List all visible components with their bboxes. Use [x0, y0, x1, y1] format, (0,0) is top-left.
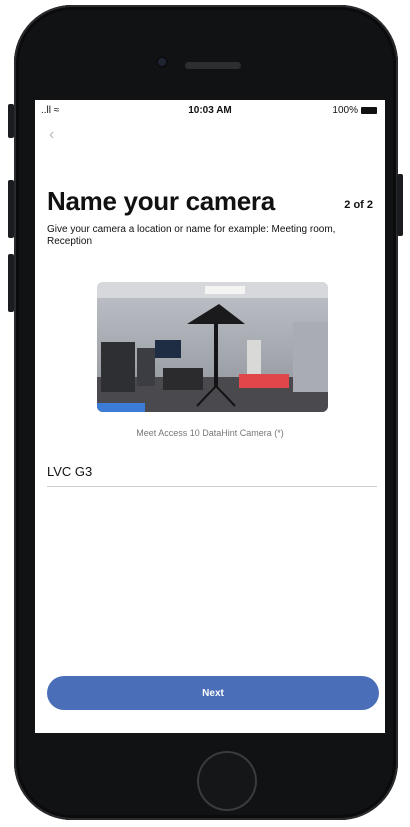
- next-button[interactable]: Next: [47, 676, 379, 710]
- step-indicator: 2 of 2: [344, 199, 373, 211]
- status-bar: ..ll ≈ 10:03 AM 100%: [35, 100, 385, 120]
- camera-model-label: Meet Access 10 DataHint Camera (*): [136, 428, 284, 438]
- chevron-left-icon: ‹: [49, 126, 55, 143]
- front-camera: [156, 56, 168, 68]
- battery-icon: [361, 106, 377, 114]
- camera-preview-scene: [97, 282, 328, 412]
- power-button: [397, 174, 403, 236]
- battery-indicator: 100%: [332, 105, 377, 116]
- volume-up-button: [8, 180, 14, 238]
- page-description: Give your camera a location or name for …: [47, 224, 336, 247]
- battery-percent: 100%: [332, 105, 358, 116]
- home-button[interactable]: [197, 751, 257, 811]
- camera-preview-image: [97, 282, 328, 412]
- page-title: Name your camera: [47, 186, 275, 216]
- back-button[interactable]: ‹: [49, 126, 54, 144]
- earpiece-speaker: [185, 62, 241, 69]
- volume-down-button: [8, 254, 14, 312]
- app-screen: ..ll ≈ 10:03 AM 100% ‹ Name your camera …: [35, 100, 385, 733]
- camera-name-input[interactable]: [47, 456, 377, 487]
- mute-switch: [8, 104, 14, 138]
